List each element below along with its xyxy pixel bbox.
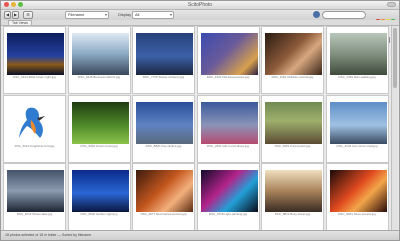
window-title: ScitoPhoto bbox=[187, 2, 213, 8]
chevron-down-icon: ▾ bbox=[104, 12, 107, 17]
thumbnail-image[interactable] bbox=[200, 170, 258, 212]
filter-select-value: All bbox=[135, 12, 140, 17]
thumbnail-caption: DSC_1160 Children-portrait.jpg bbox=[271, 75, 314, 79]
thumbnail-caption: DSC_5540 Harbor-night.jpg bbox=[80, 212, 118, 216]
thumbnail-image[interactable] bbox=[329, 170, 387, 212]
thumbnail-grid: DSC_9134 Eiffel-tower-night.jpg DSC_0215 … bbox=[3, 26, 392, 232]
color-label-filter[interactable] bbox=[376, 12, 399, 43]
thumbnail-image[interactable] bbox=[71, 33, 129, 75]
vertical-scrollbar[interactable] bbox=[391, 26, 398, 232]
thumbnail-cell[interactable]: DSC_7018 Light-painting.jpg bbox=[196, 163, 260, 231]
status-text: 18 photos selected of 18 in folder — Sor… bbox=[5, 233, 92, 237]
thumbnail-cell[interactable]: DSC_0991 Forest-path.jpg bbox=[261, 94, 324, 163]
thumbnail-cell[interactable]: DSC_5012 Kingfisher-bird.jpg bbox=[3, 94, 66, 163]
thumbnail-cell[interactable]: DSC_0215 Business-district.jpg bbox=[67, 26, 131, 94]
thumbnail-caption: DSC_4422 Old-street-lamps.jpg bbox=[206, 75, 250, 79]
thumbnail-image[interactable] bbox=[136, 101, 193, 144]
thumbnail-image[interactable] bbox=[71, 170, 129, 212]
thumbnail-cell[interactable]: DSC_1160 Children-portrait.jpg bbox=[261, 26, 324, 94]
thumbnail-caption: DSC_7735 Statue-of-liberty.jpg bbox=[142, 75, 185, 79]
thumbnail-caption: DSC_7018 Light-painting.jpg bbox=[208, 212, 248, 216]
thumbnail-cell[interactable]: DSC_2451 Girl-in-red-dress.jpg bbox=[196, 94, 260, 163]
back-button[interactable]: ◀ bbox=[4, 11, 11, 19]
filter-label: Display bbox=[118, 12, 132, 17]
thumbnail-image[interactable] bbox=[265, 170, 322, 212]
thumbnail-cell[interactable]: DSC_4422 Old-street-lamps.jpg bbox=[196, 26, 260, 94]
thumbnail-caption: DSC_0215 Business-district.jpg bbox=[77, 75, 121, 79]
view-mode-button[interactable]: ☰ bbox=[23, 11, 33, 19]
thumbnail-image[interactable] bbox=[136, 33, 193, 75]
toolbar-toggle-button[interactable] bbox=[387, 2, 396, 7]
thumbnail-caption: DSC_3391 Man-walking.jpg bbox=[338, 75, 376, 79]
thumbnail-image[interactable] bbox=[265, 33, 322, 75]
thumbnail-caption: DSC_0991 Forest-path.jpg bbox=[274, 143, 311, 148]
thumbnail-caption: DSC_6677 Red-haired-woman.jpg bbox=[140, 212, 187, 216]
status-color-labels bbox=[360, 233, 395, 238]
thumbnail-image[interactable] bbox=[329, 33, 387, 75]
scrollbar-thumb[interactable] bbox=[393, 28, 397, 88]
thumbnail-cell[interactable]: DSC_6634 Green-forest.jpg bbox=[67, 94, 131, 163]
thumbnail-cell[interactable]: DSC_3212 Winter-lake.jpg bbox=[3, 163, 66, 231]
thumbnail-cell[interactable]: DSC_9941 Neon-streets.jpg bbox=[325, 163, 389, 231]
thumbnail-image[interactable] bbox=[7, 33, 64, 75]
title-bar: ScitoPhoto bbox=[1, 1, 399, 10]
thumbnail-image[interactable] bbox=[329, 101, 387, 144]
thumbnail-image[interactable] bbox=[200, 101, 258, 144]
thumbnail-image[interactable] bbox=[200, 33, 258, 75]
thumbnail-image[interactable] bbox=[7, 170, 64, 212]
status-bar: 18 photos selected of 18 in folder — Sor… bbox=[1, 230, 399, 240]
thumbnail-cell[interactable]: DSC_8812 Busy-street.jpg bbox=[261, 163, 324, 231]
search-input[interactable] bbox=[322, 11, 366, 19]
thumbnail-caption: DSC_9134 Eiffel-tower-night.jpg bbox=[13, 75, 56, 79]
search-icon[interactable] bbox=[313, 11, 320, 18]
filter-select[interactable]: All ▾ bbox=[132, 11, 174, 19]
tab-views[interactable]: Tab Views bbox=[8, 20, 32, 25]
thumbnail-image[interactable] bbox=[265, 101, 322, 144]
thumbnail-caption: DSC_2451 Girl-in-red-dress.jpg bbox=[206, 143, 250, 148]
app-window: ScitoPhoto ◀ ▶ ☰ Filename ▾ Display All … bbox=[0, 0, 400, 241]
thumbnail-cell[interactable]: DSC_3391 Man-walking.jpg bbox=[325, 26, 389, 94]
forward-button[interactable]: ▶ bbox=[12, 11, 19, 19]
thumbnail-caption: DSC_3212 Winter-lake.jpg bbox=[16, 212, 53, 216]
thumbnail-caption: DSC_4104 Car-mirror-road.jpg bbox=[336, 143, 378, 148]
thumbnail-caption: DSC_6634 Green-forest.jpg bbox=[80, 143, 118, 148]
thumbnail-image[interactable] bbox=[136, 170, 193, 212]
thumbnail-caption: DSC_8812 Busy-street.jpg bbox=[274, 212, 311, 216]
thumbnail-cell[interactable]: DSC_7735 Statue-of-liberty.jpg bbox=[132, 26, 195, 94]
chevron-down-icon: ▾ bbox=[169, 12, 172, 17]
thumbnail-cell[interactable]: DSC_5540 Harbor-night.jpg bbox=[67, 163, 131, 231]
thumbnail-image[interactable] bbox=[7, 101, 64, 144]
thumbnail-cell[interactable]: DSC_4104 Car-mirror-road.jpg bbox=[325, 94, 389, 163]
thumbnail-cell[interactable]: DSC_9134 Eiffel-tower-night.jpg bbox=[3, 26, 66, 94]
thumbnail-cell[interactable]: DSC_8820 City-skyline.jpg bbox=[132, 94, 195, 163]
sort-select-value: Filename bbox=[68, 12, 85, 17]
thumbnail-caption: DSC_8820 City-skyline.jpg bbox=[145, 143, 182, 148]
thumbnail-caption: DSC_9941 Neon-streets.jpg bbox=[338, 212, 376, 216]
thumbnail-cell[interactable]: DSC_6677 Red-haired-woman.jpg bbox=[132, 163, 195, 231]
sort-select[interactable]: Filename ▾ bbox=[65, 11, 109, 19]
thumbnail-image[interactable] bbox=[71, 101, 129, 144]
thumbnail-caption: DSC_5012 Kingfisher-bird.jpg bbox=[14, 143, 55, 148]
